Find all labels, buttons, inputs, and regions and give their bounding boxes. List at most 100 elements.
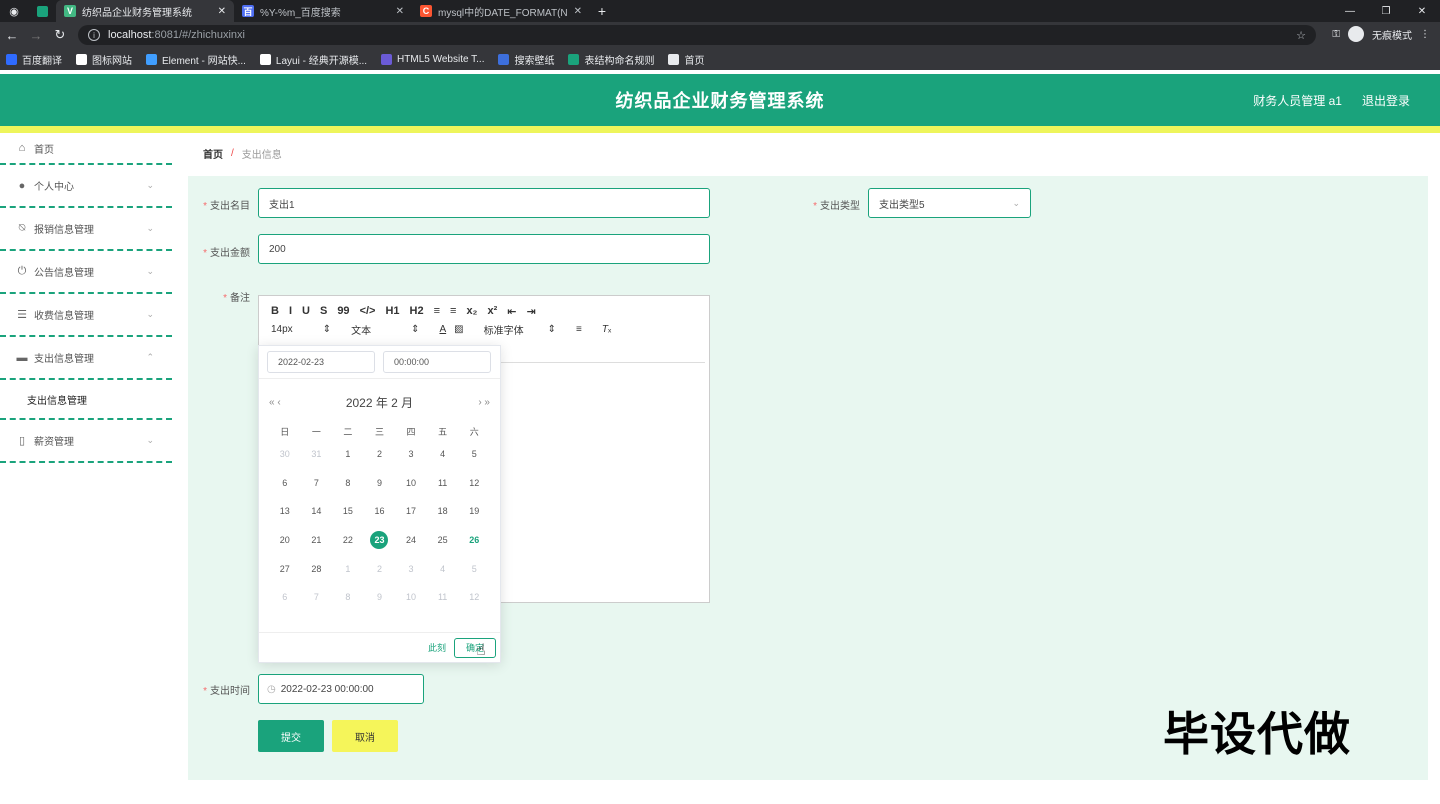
next-month-year-icon[interactable]: › » <box>478 397 490 408</box>
calendar-day[interactable]: 7 <box>301 583 333 612</box>
submit-button[interactable]: 提交 <box>258 720 324 752</box>
calendar-day[interactable]: 6 <box>269 583 301 612</box>
editor-tool-icon[interactable]: I <box>289 305 292 317</box>
bookmark-item[interactable]: 百度翻译 <box>6 52 62 67</box>
minimize-icon[interactable]: — <box>1332 0 1368 22</box>
editor-tool-icon[interactable]: </> <box>360 305 376 317</box>
editor-tool-icon[interactable]: 99 <box>337 305 349 317</box>
calendar-day[interactable]: 16 <box>364 497 396 526</box>
calendar-day[interactable]: 11 <box>427 583 459 612</box>
expense-time-input[interactable]: ◷ 2022-02-23 00:00:00 <box>258 674 424 704</box>
logout-link[interactable]: 退出登录 <box>1362 92 1410 109</box>
confirm-button[interactable]: 确定 <box>454 637 496 658</box>
tab-close-icon[interactable]: ✕ <box>218 6 226 17</box>
sidebar-item[interactable]: ⍉ 报销信息管理 ⌄ <box>0 208 172 251</box>
calendar-day[interactable]: 27 <box>269 554 301 583</box>
calendar-day[interactable]: 5 <box>458 554 490 583</box>
expense-type-select[interactable]: 支出类型5 ⌄ <box>868 188 1031 218</box>
calendar-day[interactable]: 18 <box>427 497 459 526</box>
tab-close-icon[interactable]: ✕ <box>396 6 404 17</box>
calendar-day[interactable]: 7 <box>301 469 333 498</box>
bookmark-star-icon[interactable]: ☆ <box>1296 29 1306 42</box>
calendar-day[interactable]: 20 <box>269 526 301 555</box>
bookmark-item[interactable]: Element - 网站快... <box>146 52 246 67</box>
calendar-day[interactable]: 17 <box>395 497 427 526</box>
site-info-icon[interactable]: i <box>88 29 100 41</box>
sidebar-item[interactable]: ⏻ 公告信息管理 ⌄ <box>0 251 172 294</box>
calendar-day[interactable]: 1 <box>332 440 364 469</box>
expense-amount-input[interactable]: 200 <box>258 234 710 264</box>
sidebar-item[interactable]: ▬ 支出信息管理 ⌃ <box>0 337 172 380</box>
calendar-day[interactable]: 9 <box>364 583 396 612</box>
sidebar-item[interactable]: ☰ 收费信息管理 ⌄ <box>0 294 172 337</box>
calendar-day[interactable]: 2 <box>364 554 396 583</box>
calendar-day[interactable]: 11 <box>427 469 459 498</box>
calendar-day[interactable]: 21 <box>301 526 333 555</box>
browser-menu-icon[interactable]: ⋮ <box>1420 29 1430 40</box>
align-icon[interactable]: ≡ <box>576 324 582 335</box>
expense-name-input[interactable]: 支出1 <box>258 188 710 218</box>
browser-tab[interactable]: 百 %Y-%m_百度搜索 ✕ <box>234 0 412 22</box>
calendar-day[interactable]: 15 <box>332 497 364 526</box>
calendar-day[interactable]: 26 <box>458 526 490 555</box>
prev-year-month-icon[interactable]: « ‹ <box>269 397 281 408</box>
calendar-day[interactable]: 13 <box>269 497 301 526</box>
now-button[interactable]: 此刻 <box>428 641 446 654</box>
calendar-day[interactable]: 4 <box>427 440 459 469</box>
font-family-select[interactable]: 标准字体 ⇕ <box>484 322 556 337</box>
calendar-day[interactable]: 28 <box>301 554 333 583</box>
picker-time-input[interactable]: 00:00:00 <box>383 351 491 373</box>
calendar-day[interactable]: 5 <box>458 440 490 469</box>
breadcrumb-home[interactable]: 首页 <box>203 146 223 161</box>
font-color-icon[interactable]: A <box>439 324 446 335</box>
calendar-day[interactable]: 22 <box>332 526 364 555</box>
editor-tool-icon[interactable]: ⇤ <box>507 305 516 318</box>
calendar-day[interactable]: 4 <box>427 554 459 583</box>
calendar-day[interactable]: 8 <box>332 469 364 498</box>
bookmark-item[interactable]: HTML5 Website T... <box>381 53 484 65</box>
calendar-day[interactable]: 30 <box>269 440 301 469</box>
bookmark-item[interactable]: 图标网站 <box>76 52 132 67</box>
editor-tool-icon[interactable]: ≡ <box>434 305 440 317</box>
bookmark-item[interactable]: 表结构命名规则 <box>568 52 654 67</box>
editor-tool-icon[interactable]: B <box>271 305 279 317</box>
browser-tab[interactable]: V 纺织品企业财务管理系统 ✕ <box>56 0 234 22</box>
editor-tool-icon[interactable]: H1 <box>385 305 399 317</box>
clear-format-icon[interactable]: Tₓ <box>602 324 611 335</box>
sidebar-item[interactable]: ▯ 薪资管理 ⌄ <box>0 420 172 463</box>
new-tab-button[interactable]: + <box>590 0 614 22</box>
key-icon[interactable]: ⚿ <box>1332 29 1340 40</box>
calendar-day[interactable]: 3 <box>395 554 427 583</box>
calendar-day[interactable]: 10 <box>395 583 427 612</box>
incognito-icon[interactable] <box>1348 26 1364 42</box>
editor-tool-icon[interactable]: H2 <box>410 305 424 317</box>
editor-tool-icon[interactable]: x₂ <box>466 305 477 317</box>
calendar-day[interactable]: 3 <box>395 440 427 469</box>
editor-tool-icon[interactable]: S <box>320 305 327 317</box>
sidebar-item[interactable]: ⌂ 首页 <box>0 133 172 165</box>
calendar-day[interactable]: 24 <box>395 526 427 555</box>
reload-icon[interactable]: ↻ <box>48 27 72 43</box>
url-input[interactable]: i localhost:8081/#/zhichuxinxi ☆ <box>78 25 1316 45</box>
back-icon[interactable]: ← <box>0 28 24 43</box>
calendar-day[interactable]: 8 <box>332 583 364 612</box>
background-color-icon[interactable]: ▨ <box>454 324 463 335</box>
calendar-day[interactable]: 10 <box>395 469 427 498</box>
calendar-day[interactable]: 14 <box>301 497 333 526</box>
editor-tool-icon[interactable]: ⇥ <box>526 305 535 318</box>
calendar-day[interactable]: 12 <box>458 583 490 612</box>
tab-close-icon[interactable]: ✕ <box>574 6 582 17</box>
calendar-day[interactable]: 1 <box>332 554 364 583</box>
sidebar-item[interactable]: ● 个人中心 ⌄ <box>0 165 172 208</box>
close-window-icon[interactable]: ✕ <box>1404 0 1440 22</box>
editor-tool-icon[interactable]: U <box>302 305 310 317</box>
bookmark-item[interactable]: 搜索壁纸 <box>498 52 554 67</box>
editor-tool-icon[interactable]: x² <box>487 305 497 317</box>
pinned-tab-icon[interactable] <box>28 0 56 22</box>
picker-date-input[interactable]: 2022-02-23 <box>267 351 375 373</box>
restore-icon[interactable]: ❐ <box>1368 0 1404 22</box>
forward-icon[interactable]: → <box>24 28 48 43</box>
bookmark-item[interactable]: 首页 <box>668 52 704 67</box>
cancel-button[interactable]: 取消 <box>332 720 398 752</box>
bookmark-item[interactable]: Layui - 经典开源模... <box>259 52 367 67</box>
